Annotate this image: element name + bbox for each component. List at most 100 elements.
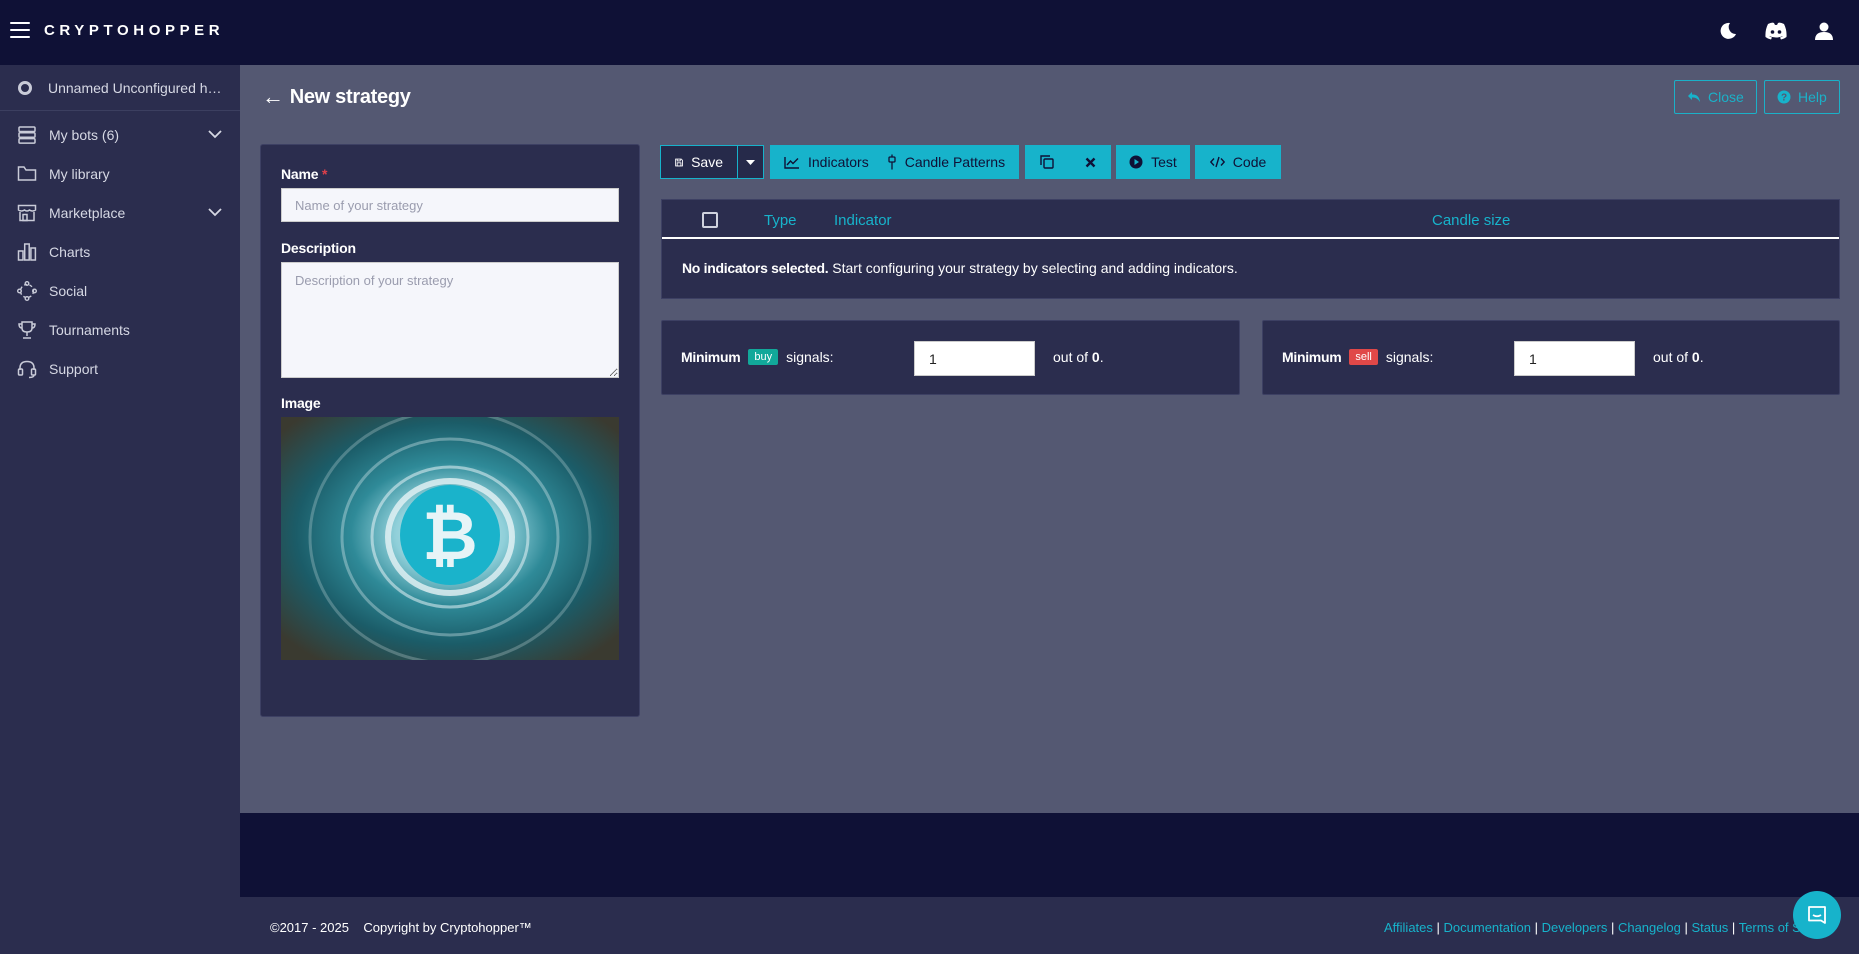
minimum-text: Minimum	[1282, 349, 1342, 365]
period: .	[1099, 349, 1104, 365]
floppy-disk-icon	[675, 158, 683, 166]
footer-link-changelog[interactable]: Changelog	[1618, 920, 1681, 935]
chat-launcher-button[interactable]	[1793, 891, 1841, 939]
name-label: Name *	[281, 166, 619, 182]
back-arrow-icon[interactable]: ←	[262, 84, 284, 110]
page-title-text: New strategy	[289, 85, 411, 108]
indicators-button[interactable]: Indicators	[770, 145, 883, 179]
footer: ©2017 - 2025 Copyright by Cryptohopper™ …	[240, 897, 1859, 954]
hopper-name: Unnamed Unconfigured ho...	[48, 79, 226, 96]
sidebar-item-label: Tournaments	[49, 321, 130, 338]
test-button[interactable]: Test	[1116, 145, 1190, 179]
footer-link-developers[interactable]: Developers	[1542, 920, 1608, 935]
select-all-checkbox[interactable]	[702, 212, 718, 228]
bitcoin-whirlpool-image: ₿	[281, 417, 619, 660]
strategy-details-card: Name * Description Image	[260, 144, 640, 717]
sidebar-item-label: My library	[49, 165, 110, 182]
top-navbar: CRYPTOHOPPER	[0, 0, 1859, 65]
strategy-image[interactable]: ₿	[281, 417, 619, 660]
signals-text: signals:	[786, 349, 834, 365]
moon-icon[interactable]	[1715, 18, 1741, 44]
chevron-down-icon	[208, 204, 222, 220]
column-type[interactable]: Type	[764, 212, 797, 229]
footer-link-documentation[interactable]: Documentation	[1444, 920, 1531, 935]
sidebar-item-label: Marketplace	[49, 204, 126, 221]
out-of-text: out of	[1053, 349, 1089, 365]
buy-badge: buy	[748, 349, 779, 365]
signals-text: signals:	[1385, 349, 1434, 365]
hopper-selector[interactable]: Unnamed Unconfigured ho...	[0, 65, 240, 111]
minimum-text: Minimum	[681, 349, 741, 365]
sidebar-item-label: Charts	[49, 243, 91, 260]
save-button-label: Save	[691, 154, 723, 170]
folder-icon	[16, 163, 38, 185]
clear-button[interactable]	[1069, 145, 1112, 179]
indicators-button-label: Indicators	[808, 154, 869, 170]
out-of-count: 0	[1091, 349, 1100, 365]
code-icon	[1209, 156, 1225, 168]
hamburger-menu-icon[interactable]	[10, 22, 30, 38]
buy-signals-label: Minimum buy signals:	[681, 349, 834, 365]
caret-down-icon	[746, 159, 755, 165]
min-sell-signals-input[interactable]	[1514, 341, 1635, 376]
brand-logo[interactable]: CRYPTOHOPPER	[44, 22, 224, 39]
out-of-count: 0	[1691, 349, 1700, 365]
candlestick-icon	[888, 154, 896, 170]
close-button[interactable]: Close	[1674, 80, 1757, 114]
sidebar-item-tournaments[interactable]: Tournaments	[0, 310, 240, 349]
headset-icon	[16, 358, 38, 380]
indicators-table-header: Type Indicator Candle size	[662, 200, 1839, 239]
empty-message-bold: No indicators selected.	[682, 260, 829, 276]
sell-signals-panel: Minimum sell signals: out of 0.	[1262, 320, 1840, 395]
trophy-icon	[16, 319, 38, 341]
save-button[interactable]: Save	[660, 145, 738, 179]
sell-badge: sell	[1349, 349, 1378, 365]
copy-button[interactable]	[1025, 145, 1070, 179]
save-options-dropdown[interactable]	[738, 145, 764, 179]
candle-patterns-button[interactable]: Candle Patterns	[882, 145, 1020, 179]
min-buy-signals-input[interactable]	[914, 341, 1035, 376]
description-label: Description	[281, 240, 356, 256]
footer-band	[240, 813, 1859, 897]
help-button[interactable]: ? Help	[1764, 80, 1840, 114]
code-button[interactable]: Code	[1194, 145, 1282, 179]
sidebar-item-charts[interactable]: Charts	[0, 232, 240, 271]
sidebar-item-marketplace[interactable]: Marketplace	[0, 193, 240, 232]
chat-icon	[1808, 906, 1826, 924]
strategy-name-input[interactable]	[281, 188, 619, 222]
sell-out-of: out of 0.	[1653, 349, 1704, 365]
svg-text:?: ?	[1781, 93, 1787, 104]
name-label-text: Name	[281, 166, 319, 182]
indicators-table: Type Indicator Candle size No indicators…	[661, 199, 1840, 299]
sidebar-item-support[interactable]: Support	[0, 349, 240, 388]
svg-text:₿: ₿	[422, 497, 477, 576]
top-actions	[1715, 18, 1837, 44]
period: .	[1699, 349, 1704, 365]
sidebar-item-my-library[interactable]: My library	[0, 154, 240, 193]
line-chart-icon	[784, 156, 799, 169]
strategy-toolbar: Save Indicators Candle Patterns Test Cod…	[660, 145, 1282, 179]
column-candle-size[interactable]: Candle size	[1432, 212, 1510, 229]
sidebar-item-label: Support	[49, 360, 99, 377]
sidebar-item-label: My bots (6)	[49, 126, 120, 143]
close-button-label: Close	[1708, 89, 1744, 105]
column-indicator[interactable]: Indicator	[834, 212, 892, 229]
strategy-description-input[interactable]	[281, 262, 619, 378]
reply-icon	[1688, 92, 1700, 102]
code-button-label: Code	[1232, 154, 1267, 170]
footer-link-status[interactable]: Status	[1691, 920, 1728, 935]
user-icon[interactable]	[1811, 18, 1837, 44]
close-icon	[1085, 157, 1095, 167]
sidebar-item-label: Social	[49, 282, 88, 299]
play-circle-icon	[1129, 155, 1143, 169]
store-icon	[16, 202, 38, 224]
discord-icon[interactable]	[1763, 18, 1789, 44]
hopper-status-icon	[18, 80, 32, 95]
indicators-empty-message: No indicators selected. Start configurin…	[662, 239, 1839, 276]
buy-out-of: out of 0.	[1053, 349, 1104, 365]
footer-link-affiliates[interactable]: Affiliates	[1384, 920, 1433, 935]
sidebar-item-social[interactable]: Social	[0, 271, 240, 310]
required-mark: *	[322, 166, 328, 182]
sidebar-item-my-bots[interactable]: My bots (6)	[0, 115, 240, 154]
chevron-down-icon	[208, 126, 222, 142]
